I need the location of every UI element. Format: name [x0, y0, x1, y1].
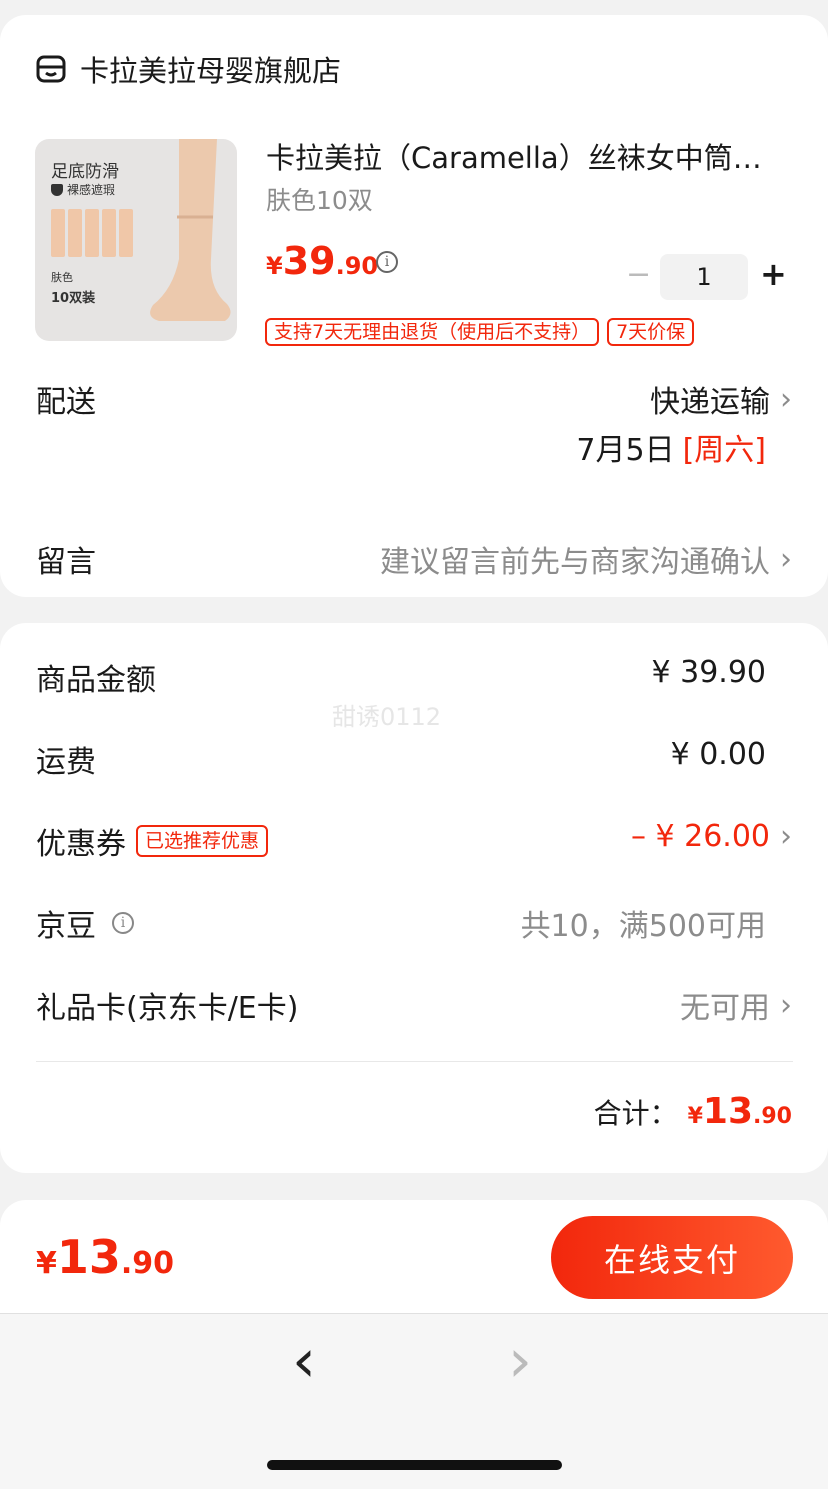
- quantity-input[interactable]: 1: [660, 254, 748, 300]
- divider: [36, 1061, 793, 1062]
- coupon-value[interactable]: – ¥ 26.00 ›: [631, 819, 792, 854]
- thumb-subline: 裸感遮瑕: [51, 181, 115, 198]
- coupon-tag: 已选推荐优惠: [136, 825, 269, 857]
- payment-bar: ¥ 13 .90 在线支付: [0, 1200, 828, 1313]
- shield-icon: [51, 183, 63, 196]
- message-field[interactable]: 建议留言前先与商家沟通确认 ›: [380, 537, 792, 581]
- delivery-method[interactable]: 快递运输 ›: [650, 377, 792, 421]
- shipping-value: ¥ 0.00: [670, 737, 766, 772]
- coupon-label: 优惠券: [36, 827, 126, 862]
- order-card: 卡拉美拉母婴旗舰店 足底防滑 裸感遮瑕 肤色 10双装 卡拉美拉（Caramel…: [0, 15, 828, 597]
- product-image[interactable]: 足底防滑 裸感遮瑕 肤色 10双装: [35, 139, 237, 341]
- chevron-right-icon: ›: [780, 987, 792, 1023]
- jingdou-row: 京豆 i: [36, 901, 134, 945]
- thumb-leg: [139, 139, 237, 341]
- thumb-count: 10双装: [51, 291, 96, 306]
- shipping-label: 运费: [36, 745, 96, 780]
- home-indicator: [267, 1460, 562, 1470]
- pay-button[interactable]: 在线支付: [551, 1216, 793, 1299]
- back-icon[interactable]: ‹: [292, 1326, 316, 1396]
- total-row: 合计： ¥13.90: [594, 1091, 792, 1132]
- goods-amount-value: ¥ 39.90: [651, 655, 766, 690]
- chevron-right-icon: ›: [780, 819, 792, 854]
- shop-name: 卡拉美拉母婴旗舰店: [80, 54, 342, 88]
- price-protect-tag[interactable]: 7天价保: [607, 318, 695, 346]
- coupon-row: 优惠券 已选推荐优惠: [36, 819, 269, 863]
- message-label: 留言: [36, 545, 96, 580]
- thumb-sock-row: [51, 209, 133, 257]
- total-label: 合计：: [593, 1097, 678, 1130]
- delivery-date: 7月5日 [周六]: [576, 433, 766, 468]
- quantity-stepper: − 1 +: [620, 254, 790, 300]
- price-info-icon[interactable]: i: [376, 251, 398, 273]
- goods-amount-label: 商品金额: [36, 663, 156, 698]
- minus-button[interactable]: −: [626, 257, 651, 292]
- shop-header[interactable]: 卡拉美拉母婴旗舰店: [36, 49, 341, 89]
- jingdou-label: 京豆: [36, 909, 96, 944]
- watermark: 甜诱0112: [332, 703, 442, 731]
- thumb-headline: 足底防滑: [51, 162, 119, 182]
- service-tags: 支持7天无理由退货（使用后不支持） 7天价保: [265, 318, 695, 346]
- footer-price: ¥ 13 .90: [36, 1230, 175, 1284]
- shop-icon: [36, 54, 66, 84]
- chevron-right-icon: ›: [780, 541, 792, 577]
- browser-nav: ‹ ›: [0, 1313, 828, 1489]
- product-price: ¥ 39 .90: [266, 239, 379, 283]
- giftcard-label: 礼品卡(京东卡/E卡): [36, 991, 299, 1026]
- product-spec[interactable]: 肤色10双: [266, 181, 373, 217]
- thumb-color: 肤色: [51, 271, 73, 284]
- delivery-label: 配送: [36, 385, 96, 420]
- info-icon[interactable]: i: [112, 912, 134, 934]
- product-title[interactable]: 卡拉美拉（Caramella）丝袜女中筒…: [266, 135, 796, 177]
- jingdou-value: 共10，满500可用: [520, 909, 766, 944]
- summary-card: 商品金额 ¥ 39.90 甜诱0112 运费 ¥ 0.00 优惠券 已选推荐优惠…: [0, 623, 828, 1173]
- chevron-right-icon: ›: [780, 381, 792, 417]
- giftcard-value[interactable]: 无可用 ›: [680, 983, 792, 1027]
- total-amount: ¥13.90: [687, 1091, 792, 1132]
- forward-icon[interactable]: ›: [508, 1326, 532, 1396]
- plus-button[interactable]: +: [760, 255, 787, 293]
- return-policy-tag[interactable]: 支持7天无理由退货（使用后不支持）: [265, 318, 600, 346]
